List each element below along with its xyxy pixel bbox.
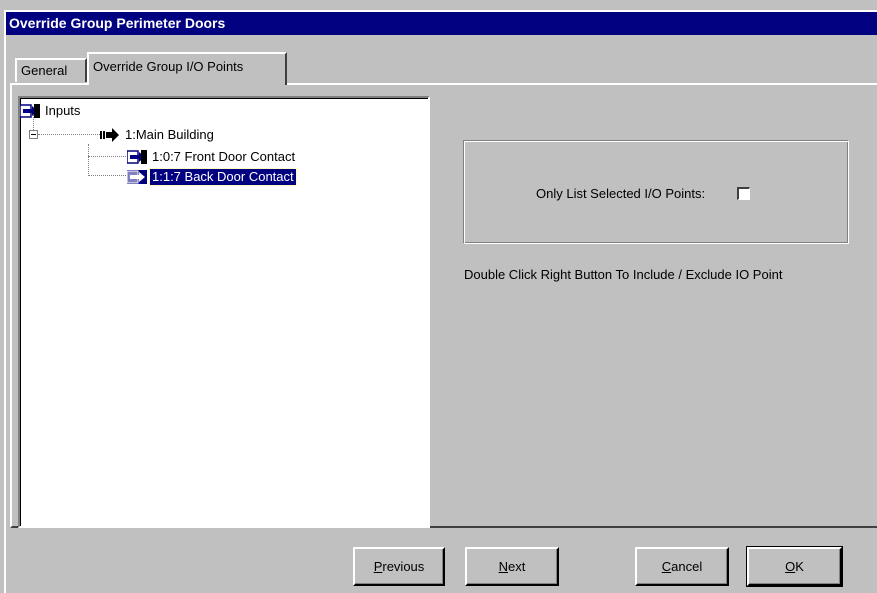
cancel-button[interactable]: Cancel <box>635 547 729 586</box>
ok-button[interactable]: OK <box>746 546 843 587</box>
mnemonic: P <box>373 559 383 574</box>
window-title: Override Group Perimeter Doors <box>6 12 877 35</box>
io-points-tree[interactable]: Inputs 1:Main Building 1:0:7 Front Door … <box>18 96 430 528</box>
tree-node-label: 1:1:7 Back Door Contact <box>149 168 297 186</box>
tree-node-label: 1:0:7 Front Door Contact <box>152 149 296 164</box>
collapse-toggle-icon[interactable] <box>29 130 38 139</box>
io-point-icon <box>127 170 147 184</box>
io-point-icon <box>127 150 147 164</box>
tab-general[interactable]: General <box>15 58 87 82</box>
only-list-selected-checkbox[interactable] <box>737 187 750 200</box>
button-label: ext <box>508 559 526 574</box>
mnemonic: C <box>661 559 672 574</box>
instruction-text: Double Click Right Button To Include / E… <box>464 267 783 282</box>
button-label: K <box>795 559 804 574</box>
tree-connector <box>38 134 102 135</box>
tree-node-back-door-contact[interactable]: 1:1:7 Back Door Contact <box>127 168 297 186</box>
tab-override-group-io-points[interactable]: Override Group I/O Points <box>87 52 287 85</box>
tree-node-main-building[interactable]: 1:Main Building <box>100 126 216 144</box>
button-label: ancel <box>671 559 703 574</box>
arrow-right-icon <box>100 128 120 142</box>
tree-node-label: Inputs <box>45 103 81 118</box>
tree-node-label: 1:Main Building <box>125 127 214 142</box>
previous-button[interactable]: Previous <box>353 547 445 586</box>
mnemonic: N <box>498 559 509 574</box>
tree-connector <box>88 156 128 157</box>
mnemonic: O <box>785 559 796 574</box>
tree-connector <box>88 144 89 174</box>
tree-node-inputs[interactable]: Inputs <box>20 102 82 120</box>
tree-connector <box>88 175 128 176</box>
io-point-icon <box>20 104 40 118</box>
tree-node-front-door-contact[interactable]: 1:0:7 Front Door Contact <box>127 148 297 166</box>
next-button[interactable]: Next <box>465 547 559 586</box>
button-label: revious <box>382 559 425 574</box>
only-list-selected-label: Only List Selected I/O Points: <box>536 186 706 201</box>
dialog-edge <box>4 10 6 593</box>
